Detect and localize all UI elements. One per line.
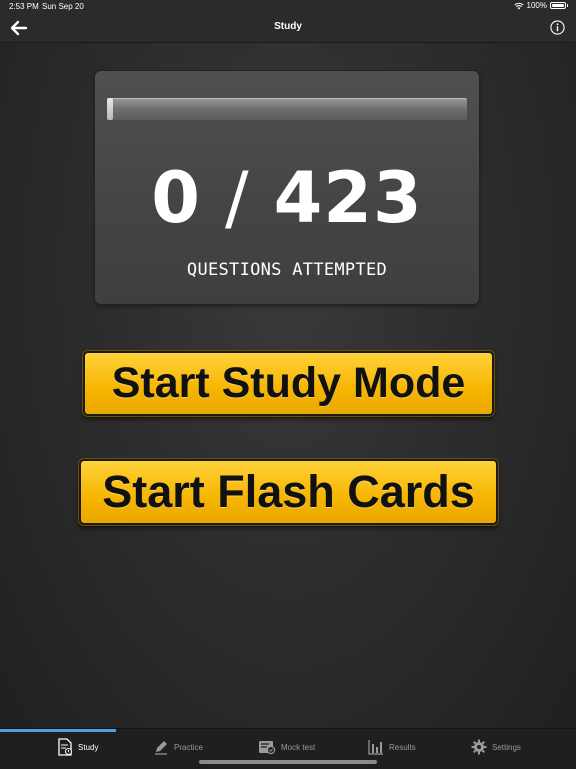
active-tab-indicator — [0, 729, 116, 732]
start-flash-cards-button[interactable]: Start Flash Cards — [79, 459, 498, 525]
tab-results[interactable]: Results — [368, 737, 416, 757]
progress-bar — [107, 98, 467, 120]
tab-settings[interactable]: Settings — [471, 737, 521, 757]
gear-icon — [471, 739, 487, 755]
tab-mock-test[interactable]: Mock test — [258, 737, 315, 757]
info-icon[interactable] — [550, 20, 565, 35]
total-count: 423 — [273, 157, 423, 239]
navigation-bar: Study — [0, 14, 576, 43]
attempted-caption: QUESTIONS ATTEMPTED — [186, 260, 388, 280]
tab-practice[interactable]: Practice — [153, 737, 203, 757]
status-time: 2:53 PM — [9, 2, 39, 11]
study-doc-icon — [58, 738, 72, 756]
status-right: 100% — [513, 1, 568, 10]
status-bar: 2:53 PM Sun Sep 20 100% — [0, 0, 576, 14]
battery-tip — [567, 4, 568, 7]
tab-study[interactable]: Study — [57, 737, 98, 757]
bar-chart-icon — [368, 740, 383, 755]
attempted-count: 0 — [151, 157, 201, 239]
wifi-icon — [513, 2, 524, 9]
tab-label: Results — [389, 742, 416, 752]
tab-label: Mock test — [281, 742, 316, 752]
progress-bar-fill — [107, 98, 113, 120]
battery-percent: 100% — [526, 1, 547, 10]
home-indicator — [199, 760, 377, 764]
pencil-icon — [155, 741, 167, 755]
battery-icon — [550, 2, 566, 9]
tab-label: Study — [78, 742, 99, 752]
count-separator: / — [225, 157, 250, 239]
tab-label: Settings — [492, 742, 521, 752]
progress-card: 0 / 423 QUESTIONS ATTEMPTED — [95, 71, 479, 304]
attempt-count: 0 / 423 — [95, 157, 479, 239]
page-title: Study — [274, 21, 302, 32]
status-date: Sun Sep 20 — [42, 2, 84, 11]
start-study-mode-button[interactable]: Start Study Mode — [83, 351, 494, 416]
tab-label: Practice — [174, 742, 203, 752]
mock-test-icon — [259, 741, 276, 755]
